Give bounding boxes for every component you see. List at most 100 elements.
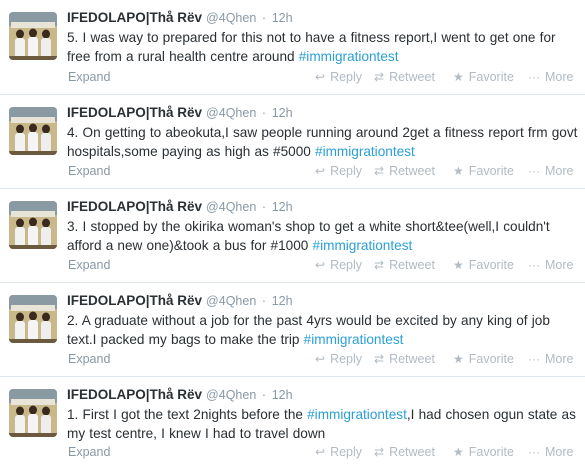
star-icon: ★: [453, 70, 464, 84]
star-icon: ★: [453, 445, 464, 459]
favorite-label: Favorite: [468, 164, 514, 178]
tweet-text-body: 1. First I got the text 2nights before t…: [67, 407, 308, 422]
reply-label: Reply: [330, 445, 363, 459]
more-dots-icon: ···: [528, 164, 540, 178]
favorite-label: Favorite: [468, 445, 514, 459]
more-button[interactable]: ··· More: [528, 445, 573, 459]
hashtag-link[interactable]: #immigrationtest: [299, 49, 399, 64]
tweet-timestamp[interactable]: 12h: [272, 294, 293, 308]
separator-dot: ·: [261, 11, 267, 25]
tweet-timestamp[interactable]: 12h: [272, 388, 293, 402]
tweet[interactable]: IFEDOLAPO|Thå Rëv @4Qhen · 12h 3. I stopp…: [0, 189, 585, 283]
favorite-label: Favorite: [468, 352, 514, 366]
reply-button[interactable]: ↩ Reply: [315, 445, 362, 459]
author-name[interactable]: IFEDOLAPO|Thå Rëv: [67, 293, 202, 308]
author-handle[interactable]: @4Qhen: [206, 200, 256, 214]
more-label: More: [545, 258, 574, 272]
tweet[interactable]: IFEDOLAPO|Thå Rëv @4Qhen · 12h 4. On gett…: [0, 95, 585, 189]
reply-label: Reply: [330, 164, 363, 178]
avatar[interactable]: [9, 12, 57, 60]
hashtag-link[interactable]: #immigrationtest: [315, 144, 415, 159]
author-handle[interactable]: @4Qhen: [206, 388, 256, 402]
separator-dot: ·: [261, 294, 267, 308]
tweet[interactable]: IFEDOLAPO|Thå Rëv @4Qhen · 12h 2. A gradu…: [0, 283, 585, 377]
reply-icon: ↩: [315, 164, 326, 178]
tweet-timestamp[interactable]: 12h: [272, 11, 293, 25]
favorite-button[interactable]: ★ Favorite: [453, 352, 514, 366]
tweet-text: 3. I stopped by the okirika woman's shop…: [67, 217, 579, 255]
avatar[interactable]: [9, 201, 57, 249]
tweet-actions: Expand ↩ Reply ⇄ Retweet ★ Favorite ··· More: [0, 258, 585, 276]
more-dots-icon: ···: [528, 70, 540, 84]
retweet-button[interactable]: ⇄ Retweet: [374, 164, 435, 178]
expand-link[interactable]: Expand: [68, 352, 110, 366]
retweet-button[interactable]: ⇄ Retweet: [374, 258, 435, 272]
retweet-icon: ⇄: [374, 445, 385, 459]
avatar[interactable]: [9, 389, 57, 437]
more-button[interactable]: ··· More: [528, 70, 573, 84]
tweet-actions: Expand ↩ Reply ⇄ Retweet ★ Favorite ··· More: [0, 70, 585, 88]
retweet-button[interactable]: ⇄ Retweet: [374, 352, 435, 366]
tweet-header: IFEDOLAPO|Thå Rëv @4Qhen · 12h: [67, 292, 293, 310]
favorite-button[interactable]: ★ Favorite: [453, 445, 514, 459]
reply-button[interactable]: ↩ Reply: [315, 352, 362, 366]
retweet-button[interactable]: ⇄ Retweet: [374, 70, 435, 84]
reply-label: Reply: [330, 352, 363, 366]
avatar[interactable]: [9, 295, 57, 343]
tweet-header: IFEDOLAPO|Thå Rëv @4Qhen · 12h: [67, 104, 293, 122]
more-button[interactable]: ··· More: [528, 258, 573, 272]
reply-icon: ↩: [315, 70, 326, 84]
expand-link[interactable]: Expand: [68, 445, 110, 459]
author-handle[interactable]: @4Qhen: [206, 11, 256, 25]
tweet-actions: Expand ↩ Reply ⇄ Retweet ★ Favorite ··· More: [0, 445, 585, 463]
hashtag-link[interactable]: #immigrationtest: [313, 238, 413, 253]
hashtag-link[interactable]: #immigrationtest: [307, 407, 407, 422]
tweet[interactable]: IFEDOLAPO|Thå Rëv @4Qhen · 12h 1. First I…: [0, 377, 585, 469]
more-dots-icon: ···: [528, 445, 540, 459]
reply-label: Reply: [330, 70, 363, 84]
separator-dot: ·: [261, 200, 267, 214]
favorite-button[interactable]: ★ Favorite: [453, 164, 514, 178]
tweet-text: 4. On getting to abeokuta,I saw people r…: [67, 123, 579, 161]
tweet[interactable]: IFEDOLAPO|Thå Rëv @4Qhen · 12h 5. I was w…: [0, 0, 585, 95]
more-button[interactable]: ··· More: [528, 164, 573, 178]
tweet-text: 2. A graduate without a job for the past…: [67, 311, 579, 349]
author-name[interactable]: IFEDOLAPO|Thå Rëv: [67, 387, 202, 402]
author-name[interactable]: IFEDOLAPO|Thå Rëv: [67, 105, 202, 120]
tweet-header: IFEDOLAPO|Thå Rëv @4Qhen · 12h: [67, 386, 293, 404]
retweet-icon: ⇄: [374, 70, 385, 84]
expand-link[interactable]: Expand: [68, 70, 110, 84]
separator-dot: ·: [261, 106, 267, 120]
reply-icon: ↩: [315, 258, 326, 272]
author-name[interactable]: IFEDOLAPO|Thå Rëv: [67, 199, 202, 214]
retweet-label: Retweet: [389, 352, 435, 366]
retweet-button[interactable]: ⇄ Retweet: [374, 445, 435, 459]
author-handle[interactable]: @4Qhen: [206, 106, 256, 120]
favorite-button[interactable]: ★ Favorite: [453, 70, 514, 84]
reply-button[interactable]: ↩ Reply: [315, 258, 362, 272]
more-button[interactable]: ··· More: [528, 352, 573, 366]
expand-link[interactable]: Expand: [68, 258, 110, 272]
favorite-button[interactable]: ★ Favorite: [453, 258, 514, 272]
tweet-timestamp[interactable]: 12h: [272, 106, 293, 120]
hashtag-link[interactable]: #immigrationtest: [304, 332, 404, 347]
author-handle[interactable]: @4Qhen: [206, 294, 256, 308]
avatar[interactable]: [9, 107, 57, 155]
retweet-icon: ⇄: [374, 258, 385, 272]
tweet-timestamp[interactable]: 12h: [272, 200, 293, 214]
reply-button[interactable]: ↩ Reply: [315, 164, 362, 178]
tweet-text: 5. I was way to prepared for this not to…: [67, 28, 579, 66]
tweet-text: 1. First I got the text 2nights before t…: [67, 405, 579, 443]
more-label: More: [545, 164, 574, 178]
reply-button[interactable]: ↩ Reply: [315, 70, 362, 84]
expand-link[interactable]: Expand: [68, 164, 110, 178]
tweet-header: IFEDOLAPO|Thå Rëv @4Qhen · 12h: [67, 198, 293, 216]
separator-dot: ·: [261, 388, 267, 402]
star-icon: ★: [453, 258, 464, 272]
tweet-text-body: 3. I stopped by the okirika woman's shop…: [67, 219, 550, 253]
more-label: More: [545, 70, 574, 84]
favorite-label: Favorite: [468, 70, 514, 84]
author-name[interactable]: IFEDOLAPO|Thå Rëv: [67, 10, 202, 25]
retweet-label: Retweet: [389, 258, 435, 272]
retweet-label: Retweet: [389, 445, 435, 459]
